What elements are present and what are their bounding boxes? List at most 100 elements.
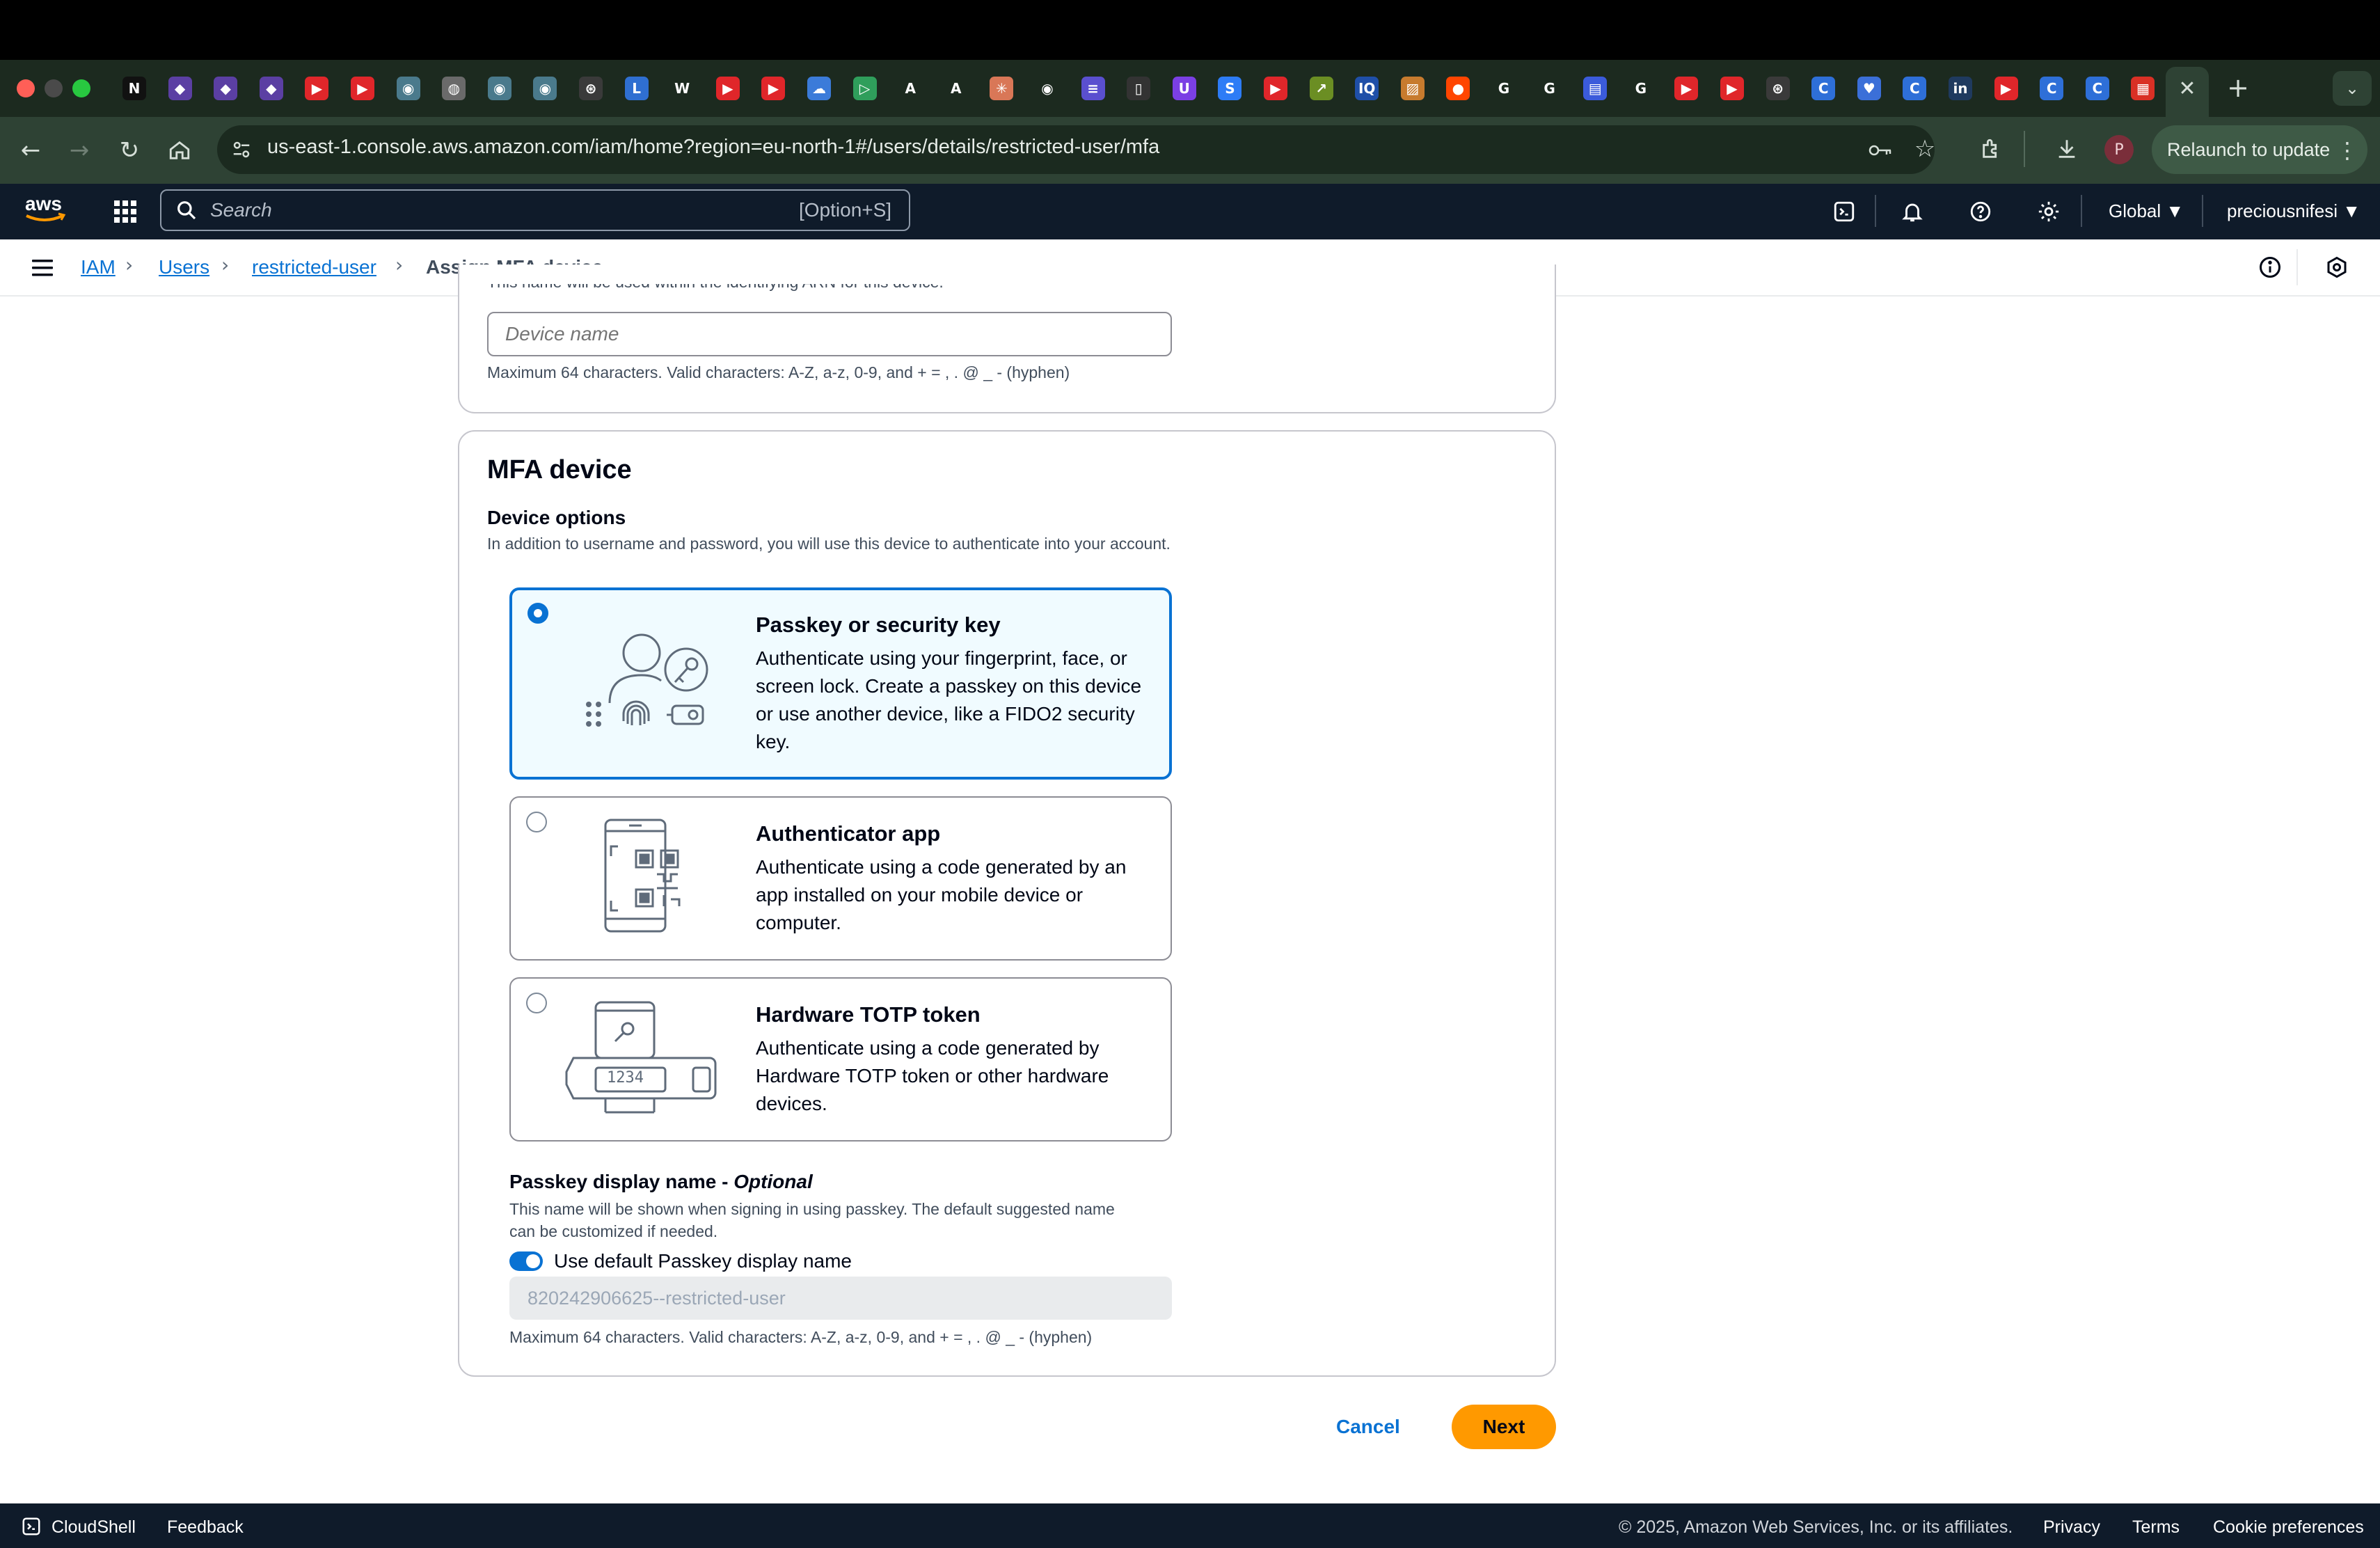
close-window-button[interactable] xyxy=(17,79,35,97)
aws-search-input[interactable] xyxy=(160,189,910,231)
back-icon[interactable]: ← xyxy=(15,135,46,166)
copyright-text: © 2025, Amazon Web Services, Inc. or its… xyxy=(1619,1517,2013,1537)
anthropic-icon[interactable]: A xyxy=(944,77,968,100)
device-name-input[interactable] xyxy=(487,312,1172,356)
youtube-icon[interactable]: ▶ xyxy=(351,77,374,100)
github-icon[interactable]: ◉ xyxy=(1036,77,1059,100)
passkey-display-name-input: 820242906625--restricted-user xyxy=(509,1277,1172,1320)
profile-avatar[interactable]: P xyxy=(2104,135,2134,164)
new-tab-icon[interactable]: + xyxy=(2224,72,2252,103)
option-hardware-totp-title: Hardware TOTP token xyxy=(756,1002,981,1027)
cloudshell-footer-icon[interactable] xyxy=(21,1516,42,1540)
c-icon[interactable]: C xyxy=(1903,77,1927,100)
wikipedia-icon[interactable]: W xyxy=(670,77,694,100)
google-icon[interactable]: G xyxy=(1629,77,1653,100)
anthropic-icon[interactable]: A xyxy=(898,77,922,100)
downloads-icon[interactable] xyxy=(2052,134,2082,164)
option-passkey-radio[interactable] xyxy=(527,603,548,624)
youtube-icon[interactable]: ▶ xyxy=(1264,77,1287,100)
globe-icon[interactable]: ◍ xyxy=(442,77,466,100)
trend-icon[interactable]: ↗ xyxy=(1309,77,1333,100)
reddit-icon[interactable]: ● xyxy=(1446,77,1470,100)
breadcrumb-restricted-user[interactable]: restricted-user xyxy=(252,256,376,278)
header-divider xyxy=(2202,195,2203,227)
u-icon[interactable]: U xyxy=(1172,77,1196,100)
cloudshell-icon[interactable] xyxy=(1830,198,1858,226)
relaunch-to-update-button[interactable]: Relaunch to update xyxy=(2152,125,2367,174)
calendar-icon[interactable]: ▦ xyxy=(2131,77,2155,100)
tools-panel-icon[interactable] xyxy=(2324,255,2349,283)
inc-icon[interactable]: in xyxy=(1949,77,1972,100)
settings-gear-icon[interactable] xyxy=(2035,198,2063,226)
svg-text:aws: aws xyxy=(25,193,62,214)
account-menu[interactable]: preciousnifesi ▼ xyxy=(2227,200,2361,222)
docs-icon[interactable]: ▤ xyxy=(1583,77,1608,100)
youtube-icon[interactable]: ▶ xyxy=(305,77,329,100)
next-button[interactable]: Next xyxy=(1452,1405,1556,1449)
zoom-window-button[interactable] xyxy=(72,79,90,97)
breadcrumb-users[interactable]: Users xyxy=(159,256,209,278)
s-icon[interactable]: S xyxy=(1218,77,1242,100)
device-options-desc: In addition to username and password, yo… xyxy=(487,535,1171,553)
claude-icon[interactable]: ✳ xyxy=(990,77,1014,100)
cancel-button[interactable]: Cancel xyxy=(1336,1405,1400,1449)
eye-icon[interactable]: ◉ xyxy=(487,77,511,100)
option-passkey-desc: Authenticate using your fingerprint, fac… xyxy=(756,647,1142,752)
openai-icon[interactable]: ⊛ xyxy=(579,77,603,100)
google-icon[interactable]: G xyxy=(1538,77,1562,100)
terms-link[interactable]: Terms xyxy=(2132,1517,2180,1538)
play-icon[interactable]: ▷ xyxy=(852,77,877,100)
default-passkey-toggle[interactable] xyxy=(509,1251,543,1271)
youtube-icon[interactable]: ▶ xyxy=(761,77,786,100)
password-key-icon[interactable] xyxy=(1865,135,1896,166)
notion-icon[interactable]: N xyxy=(122,77,146,100)
region-selector[interactable]: Global ▼ xyxy=(2109,200,2184,222)
breadcrumb-iam[interactable]: IAM xyxy=(81,256,116,278)
bookmark-star-icon[interactable]: ☆ xyxy=(1910,134,1940,164)
ico-icon[interactable]: ◆ xyxy=(168,77,192,100)
image-icon[interactable]: ▨ xyxy=(1400,77,1425,100)
eye-icon[interactable]: ◉ xyxy=(396,77,420,100)
openai-icon[interactable]: ⊛ xyxy=(1766,77,1790,100)
cloudshell-link[interactable]: CloudShell xyxy=(51,1517,136,1538)
close-tab-icon[interactable]: ✕ xyxy=(2174,77,2200,101)
hamburger-menu-icon[interactable] xyxy=(31,258,56,282)
home-icon[interactable] xyxy=(164,135,195,166)
cookie-preferences-link[interactable]: Cookie preferences xyxy=(2213,1517,2364,1538)
site-info-icon[interactable] xyxy=(227,135,256,164)
notifications-bell-icon[interactable] xyxy=(1898,198,1926,226)
ico-icon[interactable]: ◆ xyxy=(214,77,238,100)
list-icon[interactable]: ≡ xyxy=(1081,77,1105,100)
option-authenticator-radio[interactable] xyxy=(526,812,547,832)
browser-menu-icon[interactable]: ⋮ xyxy=(2336,135,2358,166)
aws-logo[interactable]: aws xyxy=(24,192,68,229)
eye-icon[interactable]: ◉ xyxy=(533,77,557,100)
c-icon[interactable]: C xyxy=(1811,77,1836,100)
reload-icon[interactable]: ↻ xyxy=(114,135,145,166)
option-hardware-totp-radio[interactable] xyxy=(526,993,547,1013)
iq-icon[interactable]: IQ xyxy=(1355,77,1379,100)
url-text[interactable]: us-east-1.console.aws.amazon.com/iam/hom… xyxy=(267,136,1159,159)
info-icon[interactable] xyxy=(2258,255,2283,283)
app-icon[interactable]: ▯ xyxy=(1127,77,1151,100)
c-icon[interactable]: C xyxy=(2040,77,2064,100)
l-icon[interactable]: L xyxy=(624,77,649,100)
privacy-link[interactable]: Privacy xyxy=(2043,1517,2100,1538)
tab-search-chevron-icon[interactable]: ⌄ xyxy=(2333,71,2372,106)
youtube-icon[interactable]: ▶ xyxy=(1720,77,1744,100)
extensions-icon[interactable] xyxy=(1976,134,2007,164)
youtube-icon[interactable]: ▶ xyxy=(715,77,740,100)
feedback-link[interactable]: Feedback xyxy=(167,1517,244,1538)
youtube-icon[interactable]: ▶ xyxy=(1674,77,1699,100)
cloud-icon[interactable]: ☁ xyxy=(807,77,831,100)
minimize-window-button[interactable] xyxy=(45,79,63,97)
option-authenticator-title: Authenticator app xyxy=(756,821,941,846)
ico-icon[interactable]: ◆ xyxy=(259,77,283,100)
c-icon[interactable]: C xyxy=(2085,77,2109,100)
help-icon[interactable] xyxy=(1967,198,1994,226)
forward-icon[interactable]: → xyxy=(64,135,95,166)
youtube-icon[interactable]: ▶ xyxy=(1994,77,2018,100)
heart-icon[interactable]: ♥ xyxy=(1857,77,1881,100)
services-grid-icon[interactable] xyxy=(111,198,139,229)
google-icon[interactable]: G xyxy=(1492,77,1516,100)
